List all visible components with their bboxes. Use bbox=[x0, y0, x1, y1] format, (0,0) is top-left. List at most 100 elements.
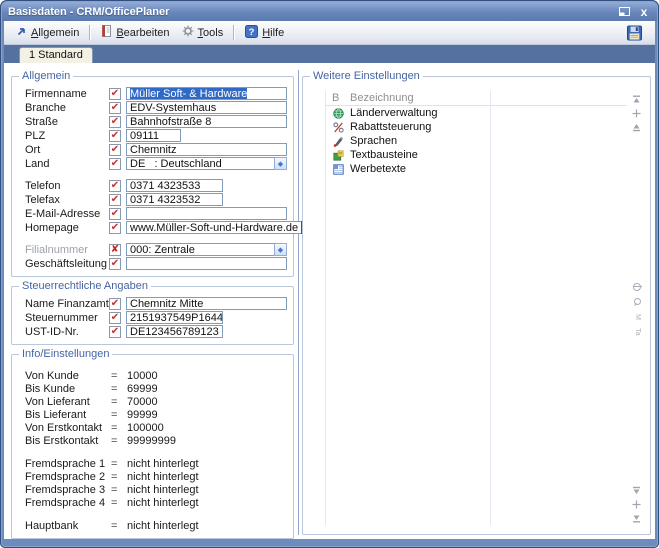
info-value: nicht hinterlegt bbox=[127, 471, 287, 483]
scroll-to-top-icon[interactable] bbox=[632, 95, 641, 104]
field-check-icon[interactable]: ✔ bbox=[109, 208, 121, 220]
chevron-updown-icon[interactable]: ◆ bbox=[274, 157, 287, 170]
field-steuernummer: Steuernummer ✔ 2151937549P1644 bbox=[25, 311, 287, 324]
field-land: Land ✔ DE : Deutschland ◆ bbox=[25, 157, 287, 170]
tabstrip: 1 Standard bbox=[4, 45, 655, 63]
field-telefon: Telefon ✔ 0371 4323533 bbox=[25, 179, 287, 192]
close-icon[interactable]: x bbox=[636, 5, 652, 19]
page-down-icon[interactable] bbox=[632, 486, 641, 495]
field-check-icon[interactable]: ✔ bbox=[109, 158, 121, 170]
scroll-to-bottom-icon[interactable] bbox=[632, 514, 641, 523]
field-check-icon[interactable]: ✔ bbox=[109, 116, 121, 128]
table-row[interactable]: Sprachen bbox=[326, 134, 627, 148]
group-allgemein-title: Allgemein bbox=[19, 70, 73, 82]
search-icon[interactable] bbox=[632, 297, 642, 307]
field-check-icon[interactable]: ✔ bbox=[109, 258, 121, 270]
plz-input[interactable]: 09111 bbox=[126, 129, 181, 142]
save-floppy-icon[interactable] bbox=[620, 23, 649, 43]
help-icon: ? bbox=[245, 25, 258, 41]
view-icon[interactable]: Ta bbox=[632, 327, 642, 337]
ustid-input[interactable]: DE123456789123 bbox=[126, 325, 223, 338]
chevron-updown-icon[interactable]: ◆ bbox=[274, 243, 287, 256]
table-scroll-rail: M Ta bbox=[629, 87, 644, 529]
table-row[interactable]: Werbetexte bbox=[326, 162, 627, 176]
page-up-icon[interactable] bbox=[632, 123, 641, 132]
finanzamt-input[interactable]: Chemnitz Mitte bbox=[126, 297, 287, 310]
table-row[interactable]: Rabattsteuerung bbox=[326, 120, 627, 134]
geschaeftsleitung-input[interactable] bbox=[126, 257, 287, 270]
titlebar[interactable]: Basisdaten - CRM/OfficePlaner x bbox=[2, 2, 657, 21]
email-input[interactable] bbox=[126, 207, 287, 220]
field-ort: Ort ✔ Chemnitz bbox=[25, 143, 287, 156]
app-window: Basisdaten - CRM/OfficePlaner x Allgemei… bbox=[0, 0, 659, 548]
field-filialnummer: Filialnummer ✘ 000: Zentrale ◆ bbox=[25, 243, 287, 256]
toolbar-separator bbox=[89, 25, 91, 40]
field-ustid: UST-ID-Nr. ✔ DE123456789123 bbox=[25, 325, 287, 338]
field-check-icon[interactable]: ✔ bbox=[109, 194, 121, 206]
field-check-icon[interactable]: ✔ bbox=[109, 130, 121, 142]
scroll-down-controls bbox=[632, 486, 641, 523]
land-combobox[interactable]: DE : Deutschland ◆ bbox=[126, 157, 287, 170]
menu-bearbeiten[interactable]: Bearbeiten bbox=[95, 23, 175, 42]
firmenname-input[interactable]: Müller Soft- & Hardware bbox=[126, 87, 287, 100]
group-steuer: Steuerrechtliche Angaben Name Finanzamt … bbox=[11, 286, 294, 345]
field-branche: Branche ✔ EDV-Systemhaus bbox=[25, 101, 287, 114]
field-check-icon[interactable]: ✔ bbox=[109, 298, 121, 310]
main-content: Allgemein Firmenname ✔ Müller Soft- & Ha… bbox=[4, 63, 655, 539]
tools-icon bbox=[182, 25, 194, 40]
mark-icon[interactable]: M bbox=[632, 312, 642, 322]
steuernummer-input[interactable]: 2151937549P1644 bbox=[126, 311, 223, 324]
field-check-icon[interactable]: ✔ bbox=[109, 144, 121, 156]
table-row[interactable]: Textbausteine bbox=[326, 148, 627, 162]
field-check-icon[interactable]: ✔ bbox=[109, 88, 121, 100]
field-check-icon[interactable]: ✔ bbox=[109, 222, 121, 234]
field-cross-icon[interactable]: ✘ bbox=[109, 244, 121, 256]
ort-input[interactable]: Chemnitz bbox=[126, 143, 287, 156]
table-header[interactable]: B Bezeichnung bbox=[326, 91, 627, 106]
field-check-icon[interactable]: ✔ bbox=[109, 326, 121, 338]
tab-standard[interactable]: 1 Standard bbox=[19, 47, 93, 63]
info-row: Bis Lieferant=99999 bbox=[25, 409, 287, 421]
info-row: Fremdsprache 1=nicht hinterlegt bbox=[25, 458, 287, 470]
info-value: 99999 bbox=[127, 409, 287, 421]
telefon-input[interactable]: 0371 4323533 bbox=[126, 179, 223, 192]
filialnummer-combobox[interactable]: 000: Zentrale ◆ bbox=[126, 243, 287, 256]
info-value: nicht hinterlegt bbox=[127, 497, 287, 509]
info-row: Fremdsprache 4=nicht hinterlegt bbox=[25, 497, 287, 509]
menu-allgemein[interactable]: Allgemein bbox=[10, 24, 85, 42]
field-check-icon[interactable]: ✔ bbox=[109, 102, 121, 114]
column-bezeichnung[interactable]: Bezeichnung bbox=[350, 92, 490, 104]
info-value: 10000 bbox=[127, 370, 287, 382]
group-info: Info/Einstellungen Von Kunde=10000 Bis K… bbox=[11, 354, 294, 539]
toolbar-separator bbox=[233, 25, 235, 40]
adtext-icon bbox=[326, 164, 350, 175]
telefax-input[interactable]: 0371 4323532 bbox=[126, 193, 223, 206]
info-value: 70000 bbox=[127, 396, 287, 408]
settings-table: B Bezeichnung Länderverwaltung bbox=[325, 91, 627, 525]
info-value: 100000 bbox=[127, 422, 287, 434]
field-check-icon[interactable]: ✔ bbox=[109, 180, 121, 192]
restore-window-icon[interactable] bbox=[616, 5, 632, 19]
branche-input[interactable]: EDV-Systemhaus bbox=[126, 101, 287, 114]
svg-text:?: ? bbox=[249, 27, 255, 38]
arrow-up-right-icon bbox=[16, 26, 27, 40]
globe-icon bbox=[326, 108, 350, 119]
homepage-input[interactable]: www.Müller-Soft-und-Hardware.de bbox=[126, 221, 301, 234]
table-row[interactable]: Länderverwaltung bbox=[326, 106, 627, 120]
info-row: Von Erstkontakt=100000 bbox=[25, 422, 287, 434]
panel-splitter[interactable] bbox=[298, 70, 299, 535]
field-check-icon[interactable]: ✔ bbox=[109, 312, 121, 324]
menu-tools[interactable]: Tools bbox=[176, 23, 230, 42]
menu-hilfe[interactable]: ? Hilfe bbox=[239, 23, 290, 43]
column-b[interactable]: B bbox=[326, 92, 350, 104]
group-weitere: Weitere Einstellungen B Bezeichnung Länd… bbox=[302, 76, 651, 535]
strasse-input[interactable]: Bahnhofstraße 8 bbox=[126, 115, 287, 128]
group-allgemein: Allgemein Firmenname ✔ Müller Soft- & Ha… bbox=[11, 76, 294, 277]
info-value: nicht hinterlegt bbox=[127, 520, 287, 532]
scroll-down-icon[interactable] bbox=[632, 500, 641, 509]
field-plz: PLZ ✔ 09111 bbox=[25, 129, 287, 142]
filter-icon[interactable] bbox=[632, 282, 642, 292]
info-row: Von Kunde=10000 bbox=[25, 370, 287, 382]
scroll-up-icon[interactable] bbox=[632, 109, 641, 118]
language-icon bbox=[326, 136, 350, 147]
